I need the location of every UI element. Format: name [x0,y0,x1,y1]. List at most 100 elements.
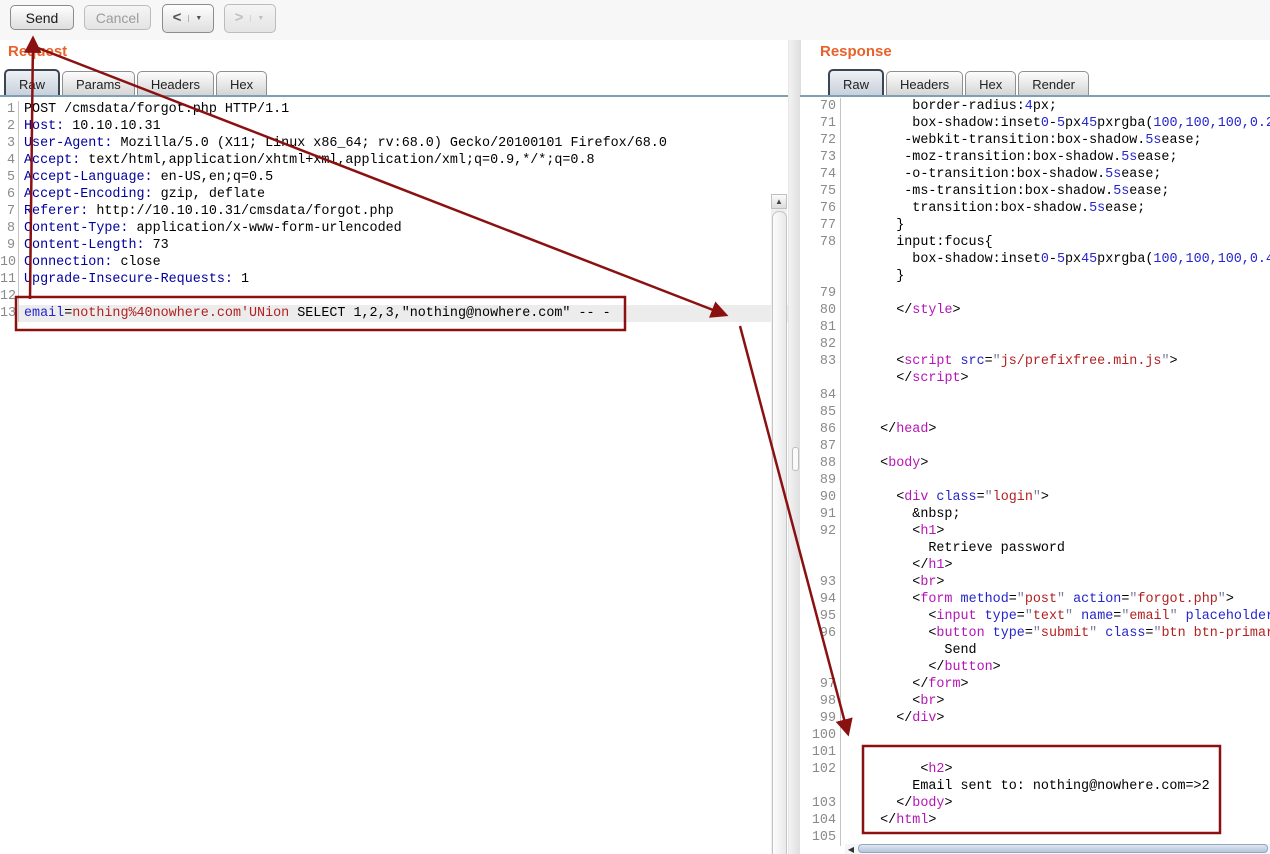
code-line[interactable]: </button> [800,659,1270,676]
vscroll-thumb[interactable] [772,211,787,854]
code-line[interactable]: Email sent to: nothing@nowhere.com=>2 [800,778,1270,795]
code-line[interactable]: 5Accept-Language: en-US,en;q=0.5 [0,169,788,186]
code-line[interactable]: 97 </form> [800,676,1270,693]
line-number: 102 [800,761,841,778]
code-line[interactable]: Send [800,642,1270,659]
tab-raw[interactable]: Raw [4,69,60,96]
code-line[interactable]: 4Accept: text/html,application/xhtml+xml… [0,152,788,169]
hscroll-left-button[interactable]: ◀ [845,844,857,854]
code-line[interactable]: 6Accept-Encoding: gzip, deflate [0,186,788,203]
request-vscrollbar[interactable]: ▲ ▼ [771,194,787,854]
code-line[interactable]: 94 <form method="post" action="forgot.ph… [800,591,1270,608]
line-number: 86 [800,421,841,438]
cancel-button[interactable]: Cancel [84,5,151,30]
line-number: 71 [800,115,841,132]
code-line[interactable]: 8Content-Type: application/x-www-form-ur… [0,220,788,237]
line-number [800,778,841,795]
code-line[interactable]: 100 [800,727,1270,744]
tab-headers[interactable]: Headers [137,71,214,96]
code-line[interactable]: 86 </head> [800,421,1270,438]
code-line[interactable]: 101 [800,744,1270,761]
code-line[interactable]: 102 <h2> [800,761,1270,778]
tab-raw[interactable]: Raw [828,69,884,96]
code-line[interactable]: 72 -webkit-transition:box-shadow.5sease; [800,132,1270,149]
hscroll-thumb[interactable] [858,844,1268,853]
code-line[interactable]: 75 -ms-transition:box-shadow.5sease; [800,183,1270,200]
code-line[interactable]: 88 <body> [800,455,1270,472]
line-number: 97 [800,676,841,693]
code-line[interactable]: 82 [800,336,1270,353]
divider-handle-icon[interactable] [792,447,799,471]
code-line[interactable]: 83 <script src="js/prefixfree.min.js"> [800,353,1270,370]
code-line[interactable]: } [800,268,1270,285]
code-line[interactable]: </script> [800,370,1270,387]
line-number [800,642,841,659]
line-number: 96 [800,625,841,642]
request-editor[interactable]: 1POST /cmsdata/forgot.php HTTP/1.12Host:… [0,95,788,854]
code-line[interactable]: 96 <button type="submit" class="btn btn-… [800,625,1270,642]
line-number: 92 [800,523,841,540]
line-number [800,268,841,285]
tab-headers[interactable]: Headers [886,71,963,96]
next-arrow-icon: > [231,9,251,28]
code-line[interactable]: Retrieve password [800,540,1270,557]
response-editor[interactable]: 70 border-radius:4px;71 box-shadow:inset… [800,95,1270,854]
code-line[interactable]: 95 <input type="text" name="email" place… [800,608,1270,625]
code-line[interactable]: 2Host: 10.10.10.31 [0,118,788,135]
code-line[interactable]: 70 border-radius:4px; [800,98,1270,115]
line-number: 91 [800,506,841,523]
code-line[interactable]: 79 [800,285,1270,302]
code-line[interactable]: 103 </body> [800,795,1270,812]
tab-params[interactable]: Params [62,71,135,96]
code-line[interactable]: 80 </style> [800,302,1270,319]
prev-request-button[interactable]: < ▼ [162,4,214,33]
code-line[interactable]: 91 &nbsp; [800,506,1270,523]
line-number: 77 [800,217,841,234]
code-line[interactable]: 13email=nothing%40nowhere.com'UNion SELE… [0,305,788,322]
code-line[interactable]: 76 transition:box-shadow.5sease; [800,200,1270,217]
chevron-down-icon[interactable]: ▼ [188,15,207,22]
code-line[interactable]: 74 -o-transition:box-shadow.5sease; [800,166,1270,183]
code-line[interactable]: 93 <br> [800,574,1270,591]
chevron-down-icon[interactable]: ▼ [250,15,269,22]
line-number: 74 [800,166,841,183]
tab-render[interactable]: Render [1018,71,1089,96]
send-button[interactable]: Send [10,5,74,30]
code-line[interactable]: 85 [800,404,1270,421]
code-line[interactable]: 3User-Agent: Mozilla/5.0 (X11; Linux x86… [0,135,788,152]
line-number: 85 [800,404,841,421]
code-line[interactable]: 7Referer: http://10.10.10.31/cmsdata/for… [0,203,788,220]
code-line[interactable]: 9Content-Length: 73 [0,237,788,254]
code-line[interactable]: 87 [800,438,1270,455]
next-request-button[interactable]: > ▼ [224,4,276,33]
response-title: Response [820,43,892,60]
code-line[interactable]: 81 [800,319,1270,336]
code-line[interactable]: 71 box-shadow:inset0-5px45pxrgba(100,100… [800,115,1270,132]
response-hscrollbar[interactable]: ◀ [845,844,1270,854]
line-number: 81 [800,319,841,336]
line-number [800,251,841,268]
code-line[interactable]: 84 [800,387,1270,404]
line-number [800,557,841,574]
code-line[interactable]: 12 [0,288,788,305]
scroll-up-button[interactable]: ▲ [771,194,787,209]
tab-hex[interactable]: Hex [965,71,1016,96]
code-line[interactable]: 77 } [800,217,1270,234]
line-number [800,540,841,557]
line-number: 6 [0,186,19,203]
code-line[interactable]: 99 </div> [800,710,1270,727]
code-line[interactable]: 11Upgrade-Insecure-Requests: 1 [0,271,788,288]
line-number: 10 [0,254,19,271]
code-line[interactable]: 92 <h1> [800,523,1270,540]
code-line[interactable]: box-shadow:inset0-5px45pxrgba(100,100,10… [800,251,1270,268]
tab-hex[interactable]: Hex [216,71,267,96]
code-line[interactable]: 1POST /cmsdata/forgot.php HTTP/1.1 [0,101,788,118]
code-line[interactable]: 89 [800,472,1270,489]
code-line[interactable]: 90 <div class="login"> [800,489,1270,506]
code-line[interactable]: </h1> [800,557,1270,574]
code-line[interactable]: 10Connection: close [0,254,788,271]
code-line[interactable]: 78 input:focus{ [800,234,1270,251]
code-line[interactable]: 98 <br> [800,693,1270,710]
code-line[interactable]: 73 -moz-transition:box-shadow.5sease; [800,149,1270,166]
code-line[interactable]: 104 </html> [800,812,1270,829]
